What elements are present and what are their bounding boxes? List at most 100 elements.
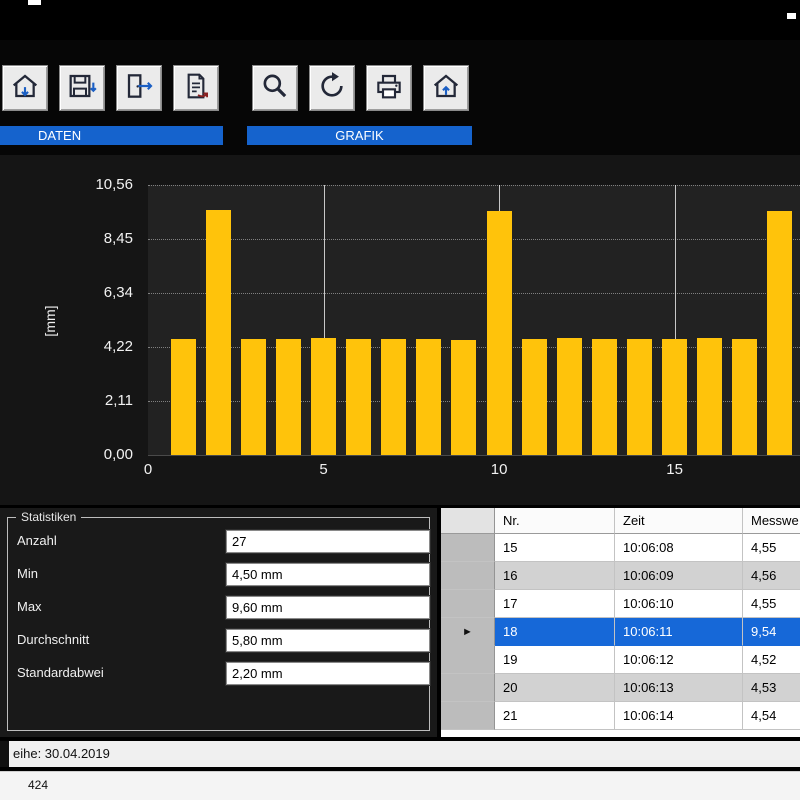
cell: 21	[495, 702, 615, 730]
stat-row: Durchschnitt	[8, 629, 429, 653]
row-selector[interactable]	[441, 674, 495, 702]
import-button[interactable]	[2, 65, 48, 111]
stat-label: Durchschnitt	[17, 632, 89, 647]
table-row[interactable]: 1510:06:084,55	[441, 534, 800, 562]
stat-input-standardabwei[interactable]	[226, 662, 430, 685]
stat-input-min[interactable]	[226, 563, 430, 586]
y-tick-label: 10,56	[60, 176, 140, 193]
chart-bar	[697, 338, 722, 455]
y-axis-title: [mm]	[42, 301, 58, 341]
statistics-fields: Anzahl Min Max Durchschnitt Standardabwei	[8, 518, 429, 730]
status-date-text: eihe: 30.04.2019	[13, 741, 110, 767]
y-tick-label: 8,45	[60, 230, 140, 247]
chart-bar	[241, 339, 266, 455]
chart-bar	[311, 338, 336, 455]
cell: 10:06:12	[615, 646, 743, 674]
chart-bar	[346, 339, 371, 455]
chart-bar	[627, 339, 652, 455]
cell: 19	[495, 646, 615, 674]
row-selector-header[interactable]	[441, 508, 495, 534]
save-disk-icon	[66, 70, 98, 107]
column-header-nr[interactable]: Nr.	[495, 508, 615, 534]
h-gridline	[148, 239, 800, 240]
stat-row: Standardabwei	[8, 662, 429, 686]
row-selector[interactable]	[441, 562, 495, 590]
cell: 4,55	[743, 534, 800, 562]
cell: 18	[495, 618, 615, 646]
row-selector[interactable]	[441, 646, 495, 674]
print-button[interactable]	[366, 65, 412, 111]
stat-label: Standardabwei	[17, 665, 104, 680]
toolbar: DATEN GRAFIK	[0, 40, 800, 155]
stat-row: Min	[8, 563, 429, 587]
table-row[interactable]: 1610:06:094,56	[441, 562, 800, 590]
row-selector[interactable]	[441, 534, 495, 562]
table-row[interactable]: 1710:06:104,55	[441, 590, 800, 618]
zoom-button[interactable]	[252, 65, 298, 111]
chart-bar	[276, 339, 301, 455]
table-header-row: Nr.ZeitMesswe	[441, 508, 800, 534]
stat-row: Max	[8, 596, 429, 620]
row-selector[interactable]	[441, 590, 495, 618]
refresh-button[interactable]	[309, 65, 355, 111]
h-gridline	[148, 293, 800, 294]
titlebar-artifact-right	[787, 13, 796, 19]
chart-bar	[171, 339, 196, 455]
status-bar-upper: eihe: 30.04.2019	[0, 741, 800, 767]
column-header-zeit[interactable]: Zeit	[615, 508, 743, 534]
chart-bar	[767, 211, 792, 455]
chart-bar	[451, 340, 476, 455]
cell: 10:06:11	[615, 618, 743, 646]
measurement-table: Nr.ZeitMesswe1510:06:084,551610:06:094,5…	[441, 508, 800, 737]
table-row[interactable]: 1910:06:124,52	[441, 646, 800, 674]
chart-bar	[487, 211, 512, 455]
exit-door-icon	[123, 70, 155, 107]
toolbar-group-label-grafik: GRAFIK	[247, 126, 472, 145]
y-tick-label: 6,34	[60, 284, 140, 301]
cell: 4,55	[743, 590, 800, 618]
column-header-messwe[interactable]: Messwe	[743, 508, 800, 534]
cell: 17	[495, 590, 615, 618]
exit-button[interactable]	[116, 65, 162, 111]
cell: 4,54	[743, 702, 800, 730]
cell: 4,56	[743, 562, 800, 590]
row-selector[interactable]: ►	[441, 618, 495, 646]
printer-icon	[373, 70, 405, 107]
table-row[interactable]: 2010:06:134,53	[441, 674, 800, 702]
chart-bar	[592, 339, 617, 455]
cell: 4,52	[743, 646, 800, 674]
y-tick-label: 4,22	[60, 338, 140, 355]
stat-input-anzahl[interactable]	[226, 530, 430, 553]
table-row[interactable]: ►1810:06:119,54	[441, 618, 800, 646]
chart-bar	[416, 339, 441, 455]
cell: 10:06:13	[615, 674, 743, 702]
x-tick-label: 5	[309, 461, 339, 478]
statistics-panel: Statistiken AnzahlMinMaxDurchschnittStan…	[0, 508, 437, 737]
table-row[interactable]: 2110:06:144,54	[441, 702, 800, 730]
x-tick-label: 15	[660, 461, 690, 478]
chart-bar	[206, 210, 231, 455]
cell: 4,53	[743, 674, 800, 702]
row-selector[interactable]	[441, 702, 495, 730]
home-export-icon	[430, 70, 462, 107]
magnifier-icon	[259, 70, 291, 107]
cell: 9,54	[743, 618, 800, 646]
y-tick-label: 2,11	[60, 392, 140, 409]
stat-label: Max	[17, 599, 42, 614]
cell: 15	[495, 534, 615, 562]
titlebar-artifact-left	[28, 0, 41, 5]
save-button[interactable]	[59, 65, 105, 111]
x-tick-label: 10	[484, 461, 514, 478]
toolbar-group-label-daten: DATEN	[0, 126, 223, 145]
home-button[interactable]	[423, 65, 469, 111]
report-button[interactable]	[173, 65, 219, 111]
stat-input-durchschnitt[interactable]	[226, 629, 430, 652]
stat-row: Anzahl	[8, 530, 429, 554]
status-bar-lower: 424	[0, 771, 800, 800]
x-tick-label: 0	[133, 461, 163, 478]
home-import-icon	[9, 70, 41, 107]
stat-input-max[interactable]	[226, 596, 430, 619]
chart-plot-area	[148, 185, 800, 456]
chart-bar	[522, 339, 547, 455]
chart-bar	[662, 339, 687, 455]
